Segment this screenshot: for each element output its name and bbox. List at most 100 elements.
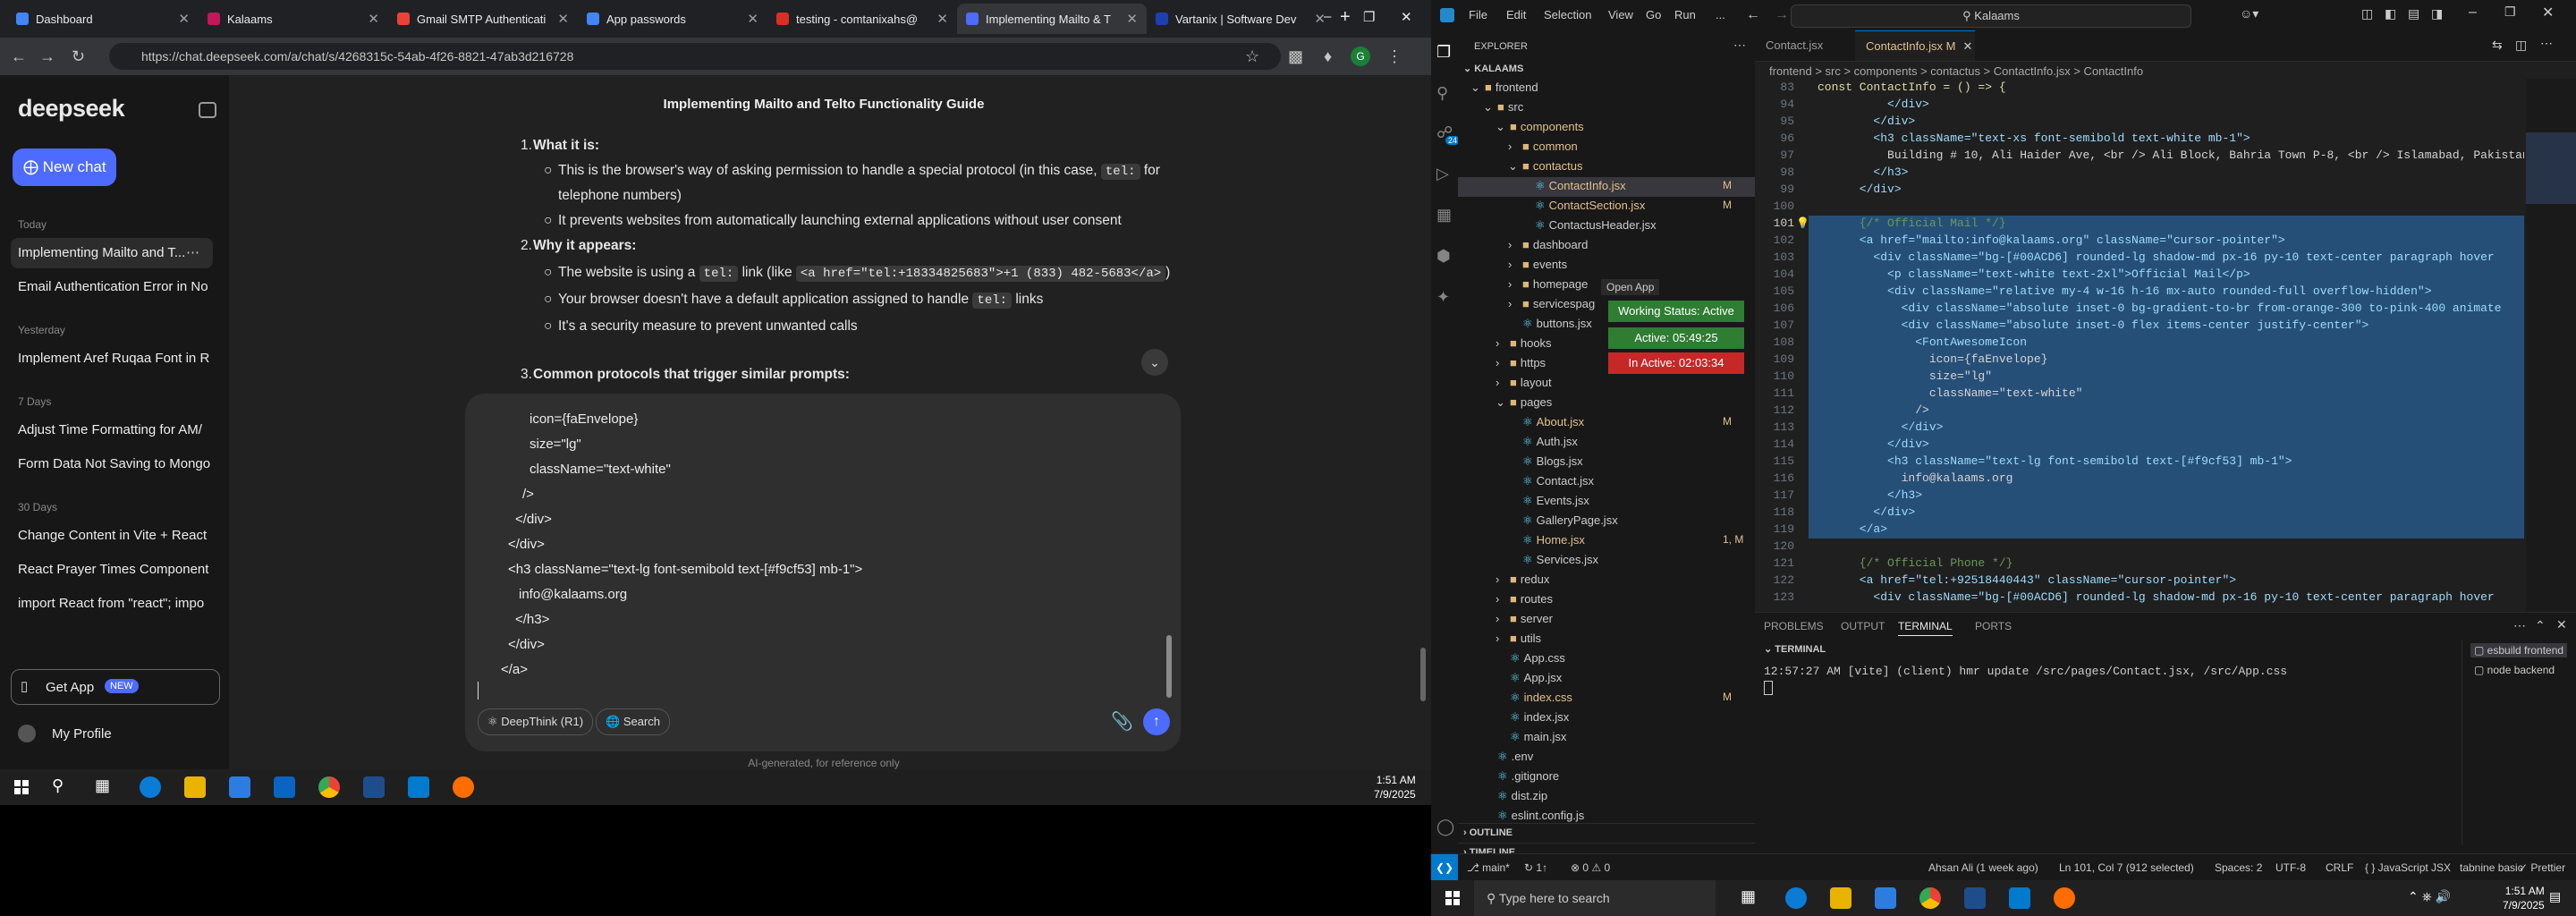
my-profile-link[interactable]: My Profile	[52, 726, 112, 742]
git-blame-status[interactable]: Ahsan Ali (1 week ago)	[1928, 861, 2038, 874]
code-view[interactable]: 83 const ContactInfo = () => {94 </div> 95…	[1755, 79, 2524, 612]
open-app-tooltip[interactable]: Open App	[1601, 279, 1660, 295]
deepthink-toggle[interactable]: ⚛ DeepThink (R1)	[478, 708, 594, 735]
task-view-icon[interactable]: ▦	[1741, 887, 1756, 906]
tree-file[interactable]: ⚛ main.jsx	[1496, 730, 1566, 744]
chat-history-item[interactable]: Form Data Not Saving to Mongo	[11, 449, 213, 479]
chat-options-icon[interactable]: ⋯	[186, 238, 199, 268]
store-icon[interactable]	[1875, 887, 1896, 909]
bookmark-star-icon[interactable]: ☆	[1245, 47, 1259, 66]
message-composer[interactable]: ⚛ DeepThink (R1) 🌐 Search 📎 ↑ icon={faEn…	[465, 394, 1181, 751]
close-tab-icon[interactable]: ✕	[741, 11, 758, 27]
windows-start-icon[interactable]	[1445, 891, 1460, 905]
app-icon[interactable]	[363, 776, 385, 798]
vscode-taskbar-icon[interactable]	[2009, 887, 2030, 909]
mail-icon[interactable]	[274, 776, 295, 798]
tree-file[interactable]: ⚛ Events.jsx	[1508, 494, 1589, 508]
tree-file[interactable]: ⚛ dist.zip	[1483, 789, 1547, 803]
account-icon[interactable]: ◯	[1436, 818, 1454, 836]
maximize-icon[interactable]: ❐	[1363, 9, 1375, 25]
tree-folder[interactable]: › ■ dashboard	[1508, 238, 1588, 251]
explorer-icon[interactable]: ❐	[1436, 43, 1451, 62]
maximize-panel-icon[interactable]: ⌃	[2535, 618, 2546, 633]
search-toggle[interactable]: 🌐 Search	[596, 708, 671, 735]
search-icon[interactable]: ⚲	[52, 776, 64, 795]
toggle-sidebar-icon[interactable]: ◧	[2385, 6, 2396, 21]
panel-tab[interactable]: OUTPUT	[1841, 620, 1885, 632]
postman-icon[interactable]	[2054, 887, 2075, 909]
split-editor-icon[interactable]: ◫	[2515, 38, 2527, 53]
chrome-menu-icon[interactable]: ⋮	[1386, 47, 1402, 66]
chat-history-item[interactable]: Change Content in Vite + React	[11, 521, 213, 551]
panel-tab[interactable]: PROBLEMS	[1764, 620, 1824, 632]
close-tab-icon[interactable]: ✕	[173, 11, 190, 27]
problems-status[interactable]: ⊗ 0 ⚠ 0	[1571, 861, 1610, 874]
extension-icon[interactable]: ▩	[1288, 47, 1303, 66]
page-scrollbar[interactable]	[1420, 648, 1426, 701]
app-icon[interactable]	[1964, 887, 1986, 909]
minimize-icon[interactable]: –	[1324, 9, 1331, 24]
tree-folder[interactable]: › ■ server	[1496, 612, 1553, 625]
chat-history-item[interactable]: Implement Aref Ruqaa Font in R	[11, 344, 213, 374]
browser-tab[interactable]: Dashboard ✕	[7, 4, 199, 34]
chat-history-item[interactable]: Adjust Time Formatting for AM/	[11, 415, 213, 445]
clock[interactable]: 1:51 AM 7/9/2025	[2503, 884, 2545, 912]
tree-file[interactable]: ⚛ index.jsx	[1496, 710, 1569, 725]
remote-indicator-icon[interactable]: ❮❯	[1431, 854, 1458, 880]
branch-indicator[interactable]: ⎇ main*	[1467, 861, 1510, 874]
get-app-button[interactable]: ▯ Get App NEW	[11, 669, 220, 705]
tree-folder[interactable]: › ■ events	[1508, 258, 1567, 271]
copilot-icon[interactable]: ☺▾	[2240, 6, 2258, 21]
tree-file[interactable]: ⚛ Home.jsx	[1508, 533, 1585, 547]
toggle-secondary-sidebar-icon[interactable]: ◨	[2431, 6, 2443, 21]
scroll-down-button[interactable]: ⌄	[1141, 349, 1168, 376]
tree-folder[interactable]: ⌄ ■ components	[1496, 120, 1584, 134]
send-button[interactable]: ↑	[1143, 708, 1170, 735]
tree-file[interactable]: ⚛ ContactSection.jsx	[1521, 199, 1645, 213]
menu-item[interactable]: Selection	[1544, 8, 1591, 21]
chat-history-item[interactable]: import React from "react"; impo	[11, 589, 213, 619]
file-explorer-icon[interactable]	[184, 776, 206, 798]
menu-item[interactable]: Run	[1674, 8, 1696, 21]
new-chat-button[interactable]: ⨁ New chat	[13, 148, 116, 186]
extensions-puzzle-icon[interactable]: ♦	[1324, 47, 1332, 66]
nav-forward-icon[interactable]: →	[1775, 7, 1789, 23]
tree-file[interactable]: ⚛ GalleryPage.jsx	[1508, 513, 1618, 528]
tree-folder[interactable]: ⌄ ■ src	[1483, 100, 1523, 114]
browser-tab[interactable]: App passwords ✕	[578, 4, 767, 34]
tree-file[interactable]: ⚛ .gitignore	[1483, 769, 1559, 784]
back-icon[interactable]: ←	[11, 47, 27, 66]
browser-tab[interactable]: Vartanix | Software Dev ✕	[1147, 4, 1335, 34]
remote-explorer-icon[interactable]: ⬢	[1436, 247, 1451, 266]
outline-section[interactable]: › OUTLINE	[1458, 823, 1755, 842]
nav-back-icon[interactable]: ←	[1746, 7, 1760, 23]
workspace-root[interactable]: ⌄ KALAAMS	[1463, 63, 1523, 74]
tree-file[interactable]: ⚛ App.jsx	[1496, 671, 1562, 685]
cursor-position[interactable]: Ln 101, Col 7 (912 selected)	[2059, 861, 2194, 874]
tree-folder[interactable]: › ■ https	[1496, 356, 1546, 369]
extensions-icon[interactable]: ▦	[1436, 206, 1452, 225]
composer-scrollbar[interactable]	[1166, 411, 1172, 698]
tree-file[interactable]: ⚛ Contact.jsx	[1508, 474, 1594, 488]
menu-item[interactable]: ...	[1716, 8, 1725, 21]
tree-file[interactable]: ⚛ Blogs.jsx	[1508, 454, 1583, 469]
compare-changes-icon[interactable]: ⇆	[2492, 38, 2503, 53]
composer-scroll-thumb[interactable]	[1166, 635, 1172, 698]
tree-folder[interactable]: › ■ servicespag	[1508, 297, 1595, 310]
menu-item[interactable]: Edit	[1506, 8, 1526, 21]
terminal-instance[interactable]: ▢ node backend	[2470, 663, 2558, 677]
tree-file[interactable]: ⚛ About.jsx	[1508, 415, 1584, 429]
panel-more-icon[interactable]: ⋯	[2513, 618, 2526, 633]
tree-file[interactable]: ⚛ .env	[1483, 750, 1533, 764]
chrome-taskbar-icon[interactable]	[1919, 887, 1941, 909]
eol-status[interactable]: CRLF	[2326, 861, 2353, 874]
close-icon[interactable]: ✕	[2542, 4, 2554, 21]
more-actions-icon[interactable]: ⋯	[2540, 36, 2553, 51]
menu-item[interactable]: Go	[1646, 8, 1661, 21]
mongodb-icon[interactable]: ✦	[1436, 288, 1450, 307]
indent-status[interactable]: Spaces: 2	[2215, 861, 2262, 874]
tree-file[interactable]: ⚛ buttons.jsx	[1508, 317, 1592, 331]
menu-item[interactable]: View	[1608, 8, 1633, 21]
panel-tab[interactable]: TERMINAL	[1898, 620, 1953, 636]
sync-status[interactable]: ↻ 1↑	[1524, 861, 1547, 874]
